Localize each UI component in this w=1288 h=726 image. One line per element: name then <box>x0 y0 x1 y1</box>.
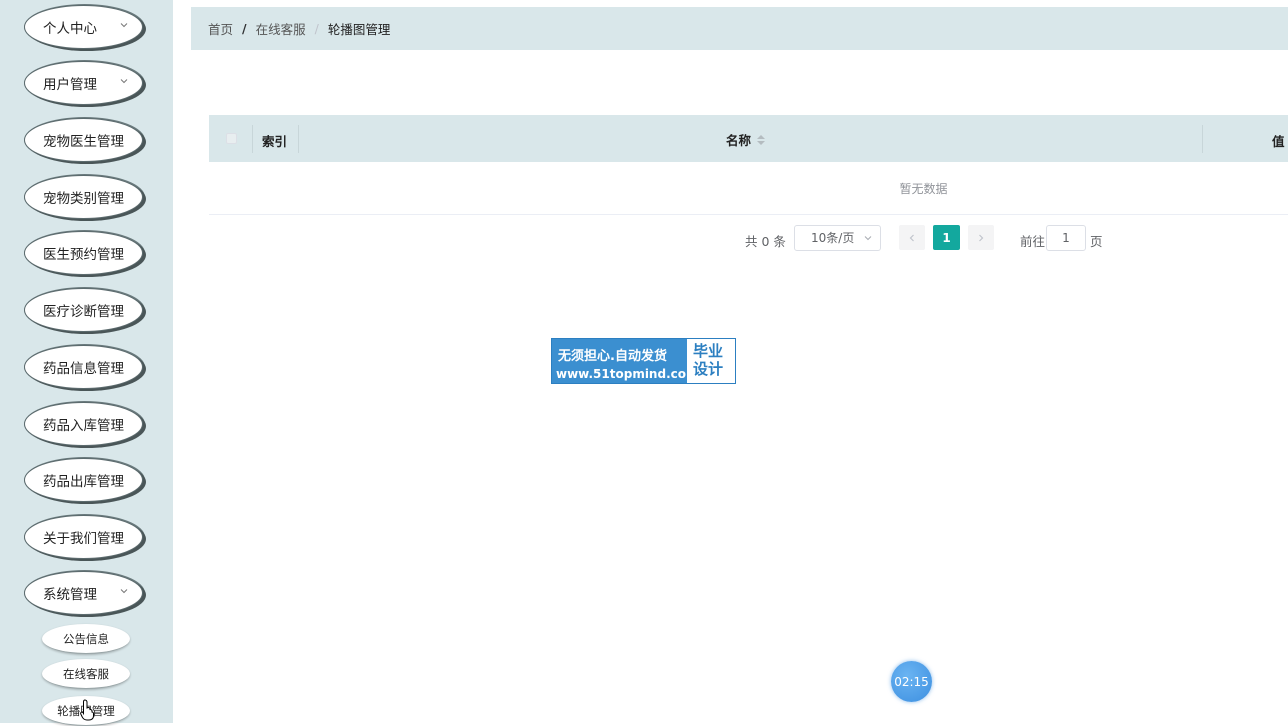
page-size-value: 10条/页 <box>811 231 855 245</box>
column-header-name[interactable]: 名称 <box>726 130 766 149</box>
sidebar: 个人中心 用户管理 宠物医生管理 宠物类别管理 医生预约管理 医疗诊断管理 药品… <box>0 0 173 726</box>
page-suffix-label: 页 <box>1090 234 1103 249</box>
chevron-down-icon <box>864 236 872 241</box>
sidebar-subitem-label: 公告信息 <box>63 631 109 646</box>
sidebar-subitem-online-service[interactable]: 在线客服 <box>42 659 130 689</box>
column-divider <box>1202 125 1203 153</box>
prev-page-button[interactable] <box>899 225 925 250</box>
sidebar-item-appointment-management[interactable]: 医生预约管理 <box>24 231 143 275</box>
sidebar-item-label: 药品信息管理 <box>43 361 124 377</box>
sidebar-item-personal-center[interactable]: 个人中心 <box>24 5 143 49</box>
breadcrumb-current: 轮播图管理 <box>327 22 391 37</box>
watermark-right-line2: 设计 <box>693 360 724 378</box>
watermark-right-line1: 毕业 <box>693 342 724 360</box>
sidebar-item-label: 医生预约管理 <box>43 247 124 263</box>
timer-text: 02:15 <box>894 674 929 689</box>
sidebar-item-about-us-management[interactable]: 关于我们管理 <box>24 515 143 559</box>
page-size-select[interactable]: 10条/页 <box>794 225 881 251</box>
sidebar-item-drug-inbound-management[interactable]: 药品入库管理 <box>24 402 143 446</box>
goto-label: 前往 <box>1020 234 1046 249</box>
sidebar-item-label: 宠物医生管理 <box>43 134 124 150</box>
next-page-button[interactable] <box>968 225 994 250</box>
watermark-logo: 无须担心.自动发货 www.51topmind.com 毕业 设计 <box>551 338 736 384</box>
column-divider <box>298 125 299 153</box>
recording-timer-badge: 02:15 <box>891 661 932 702</box>
column-header-index: 索引 <box>262 134 288 149</box>
sidebar-item-label: 药品入库管理 <box>43 418 124 434</box>
watermark-left-panel: 无须担心.自动发货 www.51topmind.com <box>552 339 699 383</box>
goto-page-input[interactable] <box>1046 225 1086 251</box>
hand-cursor-icon <box>80 699 94 721</box>
watermark-slogan: 无须担心.自动发货 <box>558 349 667 364</box>
sidebar-item-label: 系统管理 <box>43 587 97 603</box>
chevron-down-icon <box>120 589 128 594</box>
sidebar-subitem-announcements[interactable]: 公告信息 <box>42 624 130 654</box>
sidebar-item-pet-doctor-management[interactable]: 宠物医生管理 <box>24 118 143 162</box>
breadcrumb-separator: / <box>314 21 319 36</box>
watermark-right-panel: 毕业 设计 <box>693 342 733 378</box>
column-divider <box>252 125 253 153</box>
breadcrumb-section[interactable]: 在线客服 <box>256 19 306 38</box>
sidebar-item-label: 关于我们管理 <box>43 531 124 547</box>
chevron-down-icon <box>120 23 128 28</box>
sidebar-item-label: 药品出库管理 <box>43 474 124 490</box>
empty-state-text: 暂无数据 <box>899 181 948 196</box>
sidebar-item-label: 个人中心 <box>43 21 97 37</box>
breadcrumb: 首页 / 在线客服 / 轮播图管理 <box>191 7 1288 50</box>
sort-icon[interactable] <box>757 134 766 146</box>
column-header-name-label: 名称 <box>726 133 752 148</box>
select-all-checkbox[interactable] <box>226 133 237 144</box>
sidebar-item-system-management[interactable]: 系统管理 <box>24 571 143 615</box>
sidebar-subitem-label: 在线客服 <box>63 666 109 681</box>
page-number-current[interactable]: 1 <box>933 225 960 250</box>
breadcrumb-separator: / <box>242 21 247 36</box>
sidebar-item-diagnosis-management[interactable]: 医疗诊断管理 <box>24 288 143 332</box>
chevron-left-icon <box>909 234 914 241</box>
sidebar-item-drug-info-management[interactable]: 药品信息管理 <box>24 345 143 389</box>
watermark-url: www.51topmind.com <box>556 367 699 381</box>
sidebar-item-label: 用户管理 <box>43 77 97 93</box>
table-header: 索引 名称 值 <box>209 115 1288 162</box>
sidebar-item-pet-category-management[interactable]: 宠物类别管理 <box>24 175 143 219</box>
sidebar-item-label: 医疗诊断管理 <box>43 304 124 320</box>
breadcrumb-home[interactable]: 首页 <box>208 19 233 38</box>
sidebar-item-label: 宠物类别管理 <box>43 191 124 207</box>
chevron-right-icon <box>979 234 984 241</box>
sidebar-item-user-management[interactable]: 用户管理 <box>24 61 143 105</box>
chevron-down-icon <box>120 79 128 84</box>
table-empty-row: 暂无数据 <box>209 162 1288 215</box>
sidebar-item-drug-outbound-management[interactable]: 药品出库管理 <box>24 458 143 502</box>
column-header-value: 值 <box>1272 134 1285 149</box>
pagination-total: 共 0 条 <box>745 234 786 249</box>
